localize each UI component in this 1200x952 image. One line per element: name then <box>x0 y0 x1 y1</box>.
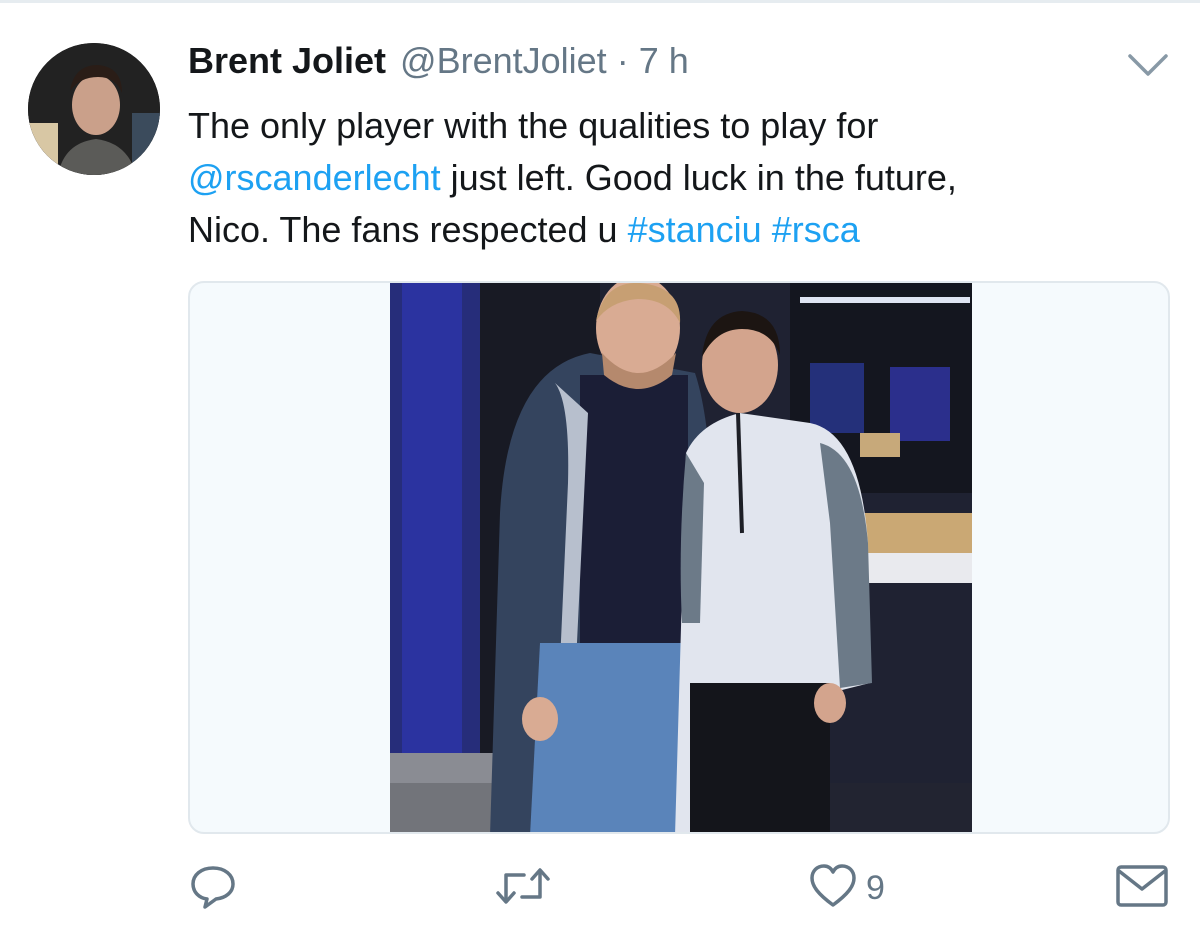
tweet-text: The only player with the qualities to pl… <box>188 100 1108 256</box>
tweet-text-segment: just left. Good luck in the future, <box>440 157 957 198</box>
tweet-text-line-1: The only player with the qualities to pl… <box>188 105 879 146</box>
tweet-photo <box>390 283 972 832</box>
tweet-text-segment: Nico. The fans respected u <box>188 209 628 250</box>
retweet-icon <box>494 861 552 916</box>
direct-message-button[interactable] <box>1115 860 1169 916</box>
like-count: 9 <box>866 868 885 907</box>
tweet-text-line-2: @rscanderlecht just left. Good luck in t… <box>188 152 1108 204</box>
heart-icon <box>808 861 858 916</box>
mail-icon <box>1115 863 1169 914</box>
like-button[interactable]: 9 <box>808 860 885 916</box>
hashtag-link[interactable]: #rsca <box>772 209 860 250</box>
tweet-timestamp[interactable]: 7 h <box>639 40 689 82</box>
header-separator: · <box>616 40 629 81</box>
reply-icon <box>188 861 238 916</box>
tweet-media[interactable] <box>188 281 1170 834</box>
tweet-header: Brent Joliet @BrentJoliet · 7 h <box>188 40 689 90</box>
chevron-down-icon[interactable] <box>1126 50 1170 80</box>
retweet-button[interactable] <box>494 860 552 916</box>
hashtag-separator <box>762 209 772 250</box>
author-name[interactable]: Brent Joliet <box>188 40 386 82</box>
top-divider <box>0 0 1200 3</box>
tweet-text-line-3: Nico. The fans respected u #stanciu #rsc… <box>188 204 1108 256</box>
author-handle[interactable]: @BrentJoliet <box>400 40 607 82</box>
mention-link[interactable]: @rscanderlecht <box>188 157 441 198</box>
reply-button[interactable] <box>188 860 238 916</box>
tweet-actions: 9 <box>0 860 1200 920</box>
hashtag-link[interactable]: #stanciu <box>628 209 762 250</box>
avatar-photo <box>28 43 160 175</box>
avatar[interactable] <box>28 43 160 175</box>
